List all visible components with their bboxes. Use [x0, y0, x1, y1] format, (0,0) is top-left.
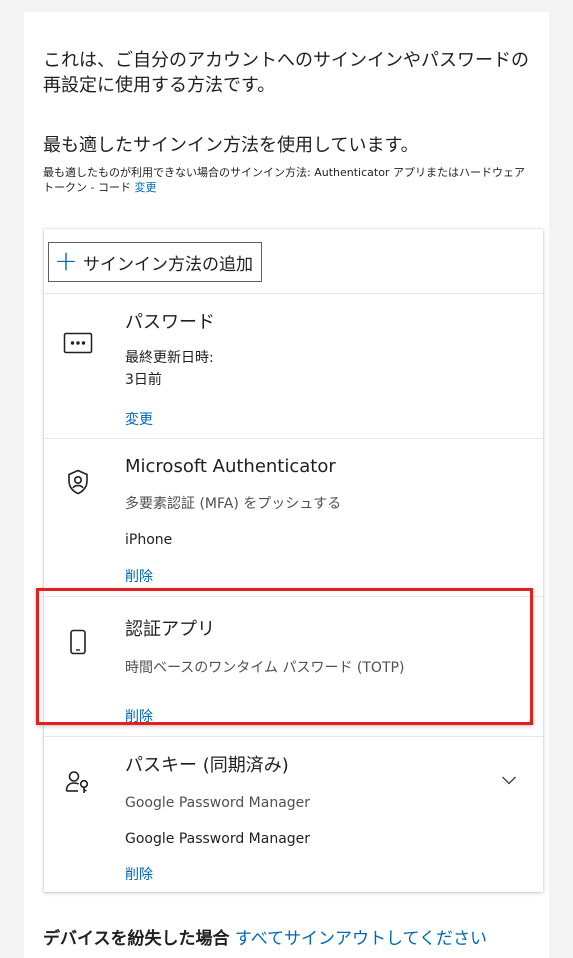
- change-password-link[interactable]: 変更: [125, 411, 153, 429]
- method-authenticator-app: 認証アプリ 時間ベースのワンタイム パスワード (TOTP) 削除: [44, 596, 543, 736]
- method-detail: 多要素認証 (MFA) をプッシュする: [125, 496, 342, 512]
- method-detail: 最終更新日時:: [125, 350, 214, 366]
- method-microsoft-authenticator: Microsoft Authenticator 多要素認証 (MFA) をプッシ…: [44, 438, 543, 596]
- microsoft-authenticator-icon: [62, 466, 94, 498]
- passkey-provider: Google Password Manager: [125, 831, 311, 847]
- add-sign-in-method-label: サインイン方法の追加: [83, 254, 253, 275]
- device-name: iPhone: [125, 532, 173, 548]
- method-title: パスキー (同期済み): [125, 755, 289, 776]
- plus-icon: +: [54, 243, 78, 277]
- phone-icon: [62, 626, 94, 658]
- password-dots-icon: [62, 327, 94, 359]
- fallback-method-text: 最も適したものが利用できない場合のサインイン方法: Authenticator …: [43, 165, 538, 195]
- chevron-down-icon[interactable]: [500, 771, 518, 789]
- passkey-icon: [62, 766, 94, 798]
- security-info-panel: これは、ご自分のアカウントへのサインインやパスワードの再設定に使用する方法です。…: [24, 12, 549, 958]
- sign-out-everywhere-link[interactable]: すべてサインアウトしてください: [235, 929, 487, 949]
- lost-device-label: デバイスを紛失した場合: [43, 929, 230, 949]
- change-default-method-link[interactable]: 変更: [134, 181, 156, 194]
- sign-in-methods-card: + サインイン方法の追加 パスワード 最終更新日時: 3日前 変更 Micros…: [44, 229, 543, 892]
- best-method-text: 最も適したサインイン方法を使用しています。: [43, 135, 419, 156]
- method-detail: 時間ベースのワンタイム パスワード (TOTP): [125, 660, 405, 676]
- method-passkey: パスキー (同期済み) Google Password Manager Goog…: [44, 736, 543, 892]
- fallback-method-description: 最も適したものが利用できない場合のサインイン方法: Authenticator …: [43, 166, 525, 194]
- delete-authenticator-app-link[interactable]: 削除: [125, 708, 153, 726]
- method-detail-value: 3日前: [125, 372, 162, 388]
- add-sign-in-method-button[interactable]: + サインイン方法の追加: [48, 242, 262, 282]
- method-title: Microsoft Authenticator: [125, 456, 336, 477]
- intro-text: これは、ご自分のアカウントへのサインインやパスワードの再設定に使用する方法です。: [43, 50, 529, 96]
- method-title: パスワード: [125, 312, 215, 333]
- delete-authenticator-link[interactable]: 削除: [125, 568, 153, 586]
- lost-device-section: デバイスを紛失した場合 すべてサインアウトしてください: [43, 928, 487, 950]
- method-detail: Google Password Manager: [125, 795, 311, 811]
- method-title: 認証アプリ: [125, 619, 215, 640]
- delete-passkey-link[interactable]: 削除: [125, 866, 153, 884]
- method-password: パスワード 最終更新日時: 3日前 変更: [44, 293, 543, 438]
